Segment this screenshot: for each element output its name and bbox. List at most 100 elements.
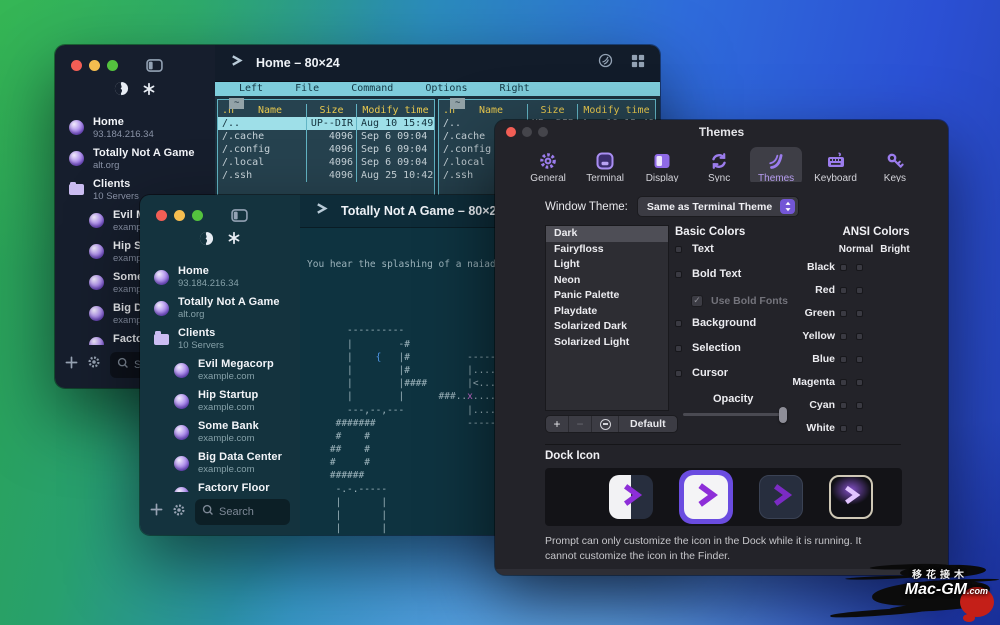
gear-icon[interactable] xyxy=(87,355,101,374)
cursor-color-swatch[interactable] xyxy=(675,369,682,377)
mc-header-row: .n Name Size Modify time xyxy=(218,104,434,117)
sidebar-item-totally-not-a-game[interactable]: Totally Not A Game alt.org xyxy=(55,143,215,174)
theme-list-item-panic-palette[interactable]: Panic Palette xyxy=(546,288,668,304)
bold-text-color-swatch[interactable] xyxy=(675,270,682,278)
sidebar-item-clients[interactable]: Clients 10 Servers xyxy=(140,324,300,355)
ansi-bright-swatch[interactable] xyxy=(856,332,863,340)
window-theme-dropdown[interactable]: Same as Terminal Theme xyxy=(636,196,800,217)
mc-menu-right[interactable]: Right xyxy=(500,83,530,94)
ansi-normal-swatch[interactable] xyxy=(840,424,847,432)
sidebar-item-home[interactable]: Home 93.184.216.34 xyxy=(140,262,300,293)
tab-keyboard[interactable]: Keyboard xyxy=(807,147,864,186)
connection-icons xyxy=(140,228,300,254)
theme-list-item-solarized-dark[interactable]: Solarized Dark xyxy=(546,319,668,335)
mc-file-row[interactable]: /.. UP--DIRAug 10 15:49 xyxy=(218,117,434,130)
ansi-bright-swatch[interactable] xyxy=(856,286,863,294)
ansi-normal-swatch[interactable] xyxy=(840,263,847,271)
close-button[interactable] xyxy=(506,127,516,137)
sidebar-toggle-icon[interactable] xyxy=(231,208,248,222)
tab-terminal[interactable]: Terminal xyxy=(579,147,631,186)
use-bold-fonts-checkbox[interactable]: ✓ xyxy=(691,295,703,307)
mc-name-header-label: Name xyxy=(478,105,504,116)
mc-file-size: 4096 xyxy=(306,156,356,169)
ansi-normal-swatch[interactable] xyxy=(840,286,847,294)
minimize-button[interactable] xyxy=(522,127,532,137)
ansi-normal-swatch[interactable] xyxy=(840,401,847,409)
minimize-button[interactable] xyxy=(89,59,100,71)
tab-keys[interactable]: Keys xyxy=(869,147,921,186)
sidebar-item-some-bank[interactable]: Some Bankexample.com xyxy=(140,417,300,448)
basic-color-row-selection: Selection xyxy=(675,342,741,354)
dock-icon-auto[interactable] xyxy=(609,475,653,519)
sidebar-item-factory-floor[interactable]: Factory Floorexample.com xyxy=(140,479,300,492)
remove-theme-button[interactable]: − xyxy=(569,416,592,432)
mc-menu-options[interactable]: Options xyxy=(425,83,467,94)
minimize-button[interactable] xyxy=(174,209,185,221)
globe-icon xyxy=(199,231,214,251)
selection-color-swatch[interactable] xyxy=(675,344,682,352)
more-options-button[interactable] xyxy=(592,416,619,432)
sidebar-item-text: Clients 10 Servers xyxy=(93,178,139,202)
ansi-bright-swatch[interactable] xyxy=(856,309,863,317)
ansi-normal-swatch[interactable] xyxy=(840,378,847,386)
tab-display[interactable]: Display xyxy=(636,147,688,186)
ansi-colors-header: ANSI Colors xyxy=(842,226,910,238)
sidebar-item-evil-megacorp[interactable]: Evil Megacorpexample.com xyxy=(140,355,300,386)
ansi-bright-swatch[interactable] xyxy=(856,401,863,409)
close-button[interactable] xyxy=(71,59,82,71)
opacity-slider[interactable] xyxy=(683,406,787,423)
ansi-bright-swatch[interactable] xyxy=(856,378,863,386)
tab-sync[interactable]: Sync xyxy=(693,147,745,186)
sidebar-item-totally-not-a-game[interactable]: Totally Not A Game alt.org xyxy=(140,293,300,324)
add-server-icon[interactable] xyxy=(150,503,163,521)
mc-menu-file[interactable]: File xyxy=(295,83,319,94)
mc-menu-command[interactable]: Command xyxy=(351,83,393,94)
mc-file-row[interactable]: /.local 4096Sep 6 09:04 xyxy=(218,156,434,169)
grid-icon[interactable] xyxy=(631,54,645,73)
sidebar-toggle-icon[interactable] xyxy=(146,59,163,72)
theme-list-item-light[interactable]: Light xyxy=(546,257,668,273)
mc-file-row[interactable]: /.cache 4096Sep 6 09:04 xyxy=(218,130,434,143)
theme-list-item-dark[interactable]: Dark xyxy=(546,226,668,242)
dock-icon-keycap[interactable] xyxy=(829,475,873,519)
zoom-button[interactable] xyxy=(192,209,203,221)
theme-list-item-neon[interactable]: Neon xyxy=(546,273,668,289)
theme-list-item-fairyfloss[interactable]: Fairyfloss xyxy=(546,242,668,258)
tab-themes[interactable]: Themes xyxy=(750,147,803,186)
ansi-bright-swatch[interactable] xyxy=(856,263,863,271)
gear-icon[interactable] xyxy=(172,503,186,522)
mc-file-size: 4096 xyxy=(306,169,356,182)
mc-file-name: /.. xyxy=(222,118,241,129)
background-color-swatch[interactable] xyxy=(675,319,682,327)
traffic-lights xyxy=(506,127,548,137)
mc-menu-left[interactable]: Left xyxy=(239,83,263,94)
zoom-button[interactable] xyxy=(107,59,118,71)
zoom-button[interactable] xyxy=(538,127,548,137)
search-input[interactable] xyxy=(219,506,283,518)
tab-general[interactable]: General xyxy=(522,147,574,186)
mc-file-row[interactable]: /.ssh 4096Aug 25 10:42 xyxy=(218,169,434,182)
sidebar-item-home[interactable]: Home 93.184.216.34 xyxy=(55,112,215,143)
mc-file-row[interactable]: /.config 4096Sep 6 09:04 xyxy=(218,143,434,156)
close-button[interactable] xyxy=(156,209,167,221)
sidebar-item-hip-startup[interactable]: Hip Startupexample.com xyxy=(140,386,300,417)
default-theme-button[interactable]: Default xyxy=(619,416,677,432)
ansi-normal-swatch[interactable] xyxy=(840,309,847,317)
add-server-icon[interactable] xyxy=(65,356,78,374)
text-color-swatch[interactable] xyxy=(675,245,682,253)
search-box[interactable] xyxy=(195,499,290,525)
ansi-normal-swatch[interactable] xyxy=(840,355,847,363)
mc-size-column-header: Size xyxy=(527,104,577,117)
clips-icon[interactable] xyxy=(598,53,613,73)
ansi-normal-swatch[interactable] xyxy=(840,332,847,340)
ansi-bright-swatch[interactable] xyxy=(856,355,863,363)
theme-list-item-solarized-light[interactable]: Solarized Light xyxy=(546,335,668,351)
ansi-bright-swatch[interactable] xyxy=(856,424,863,432)
prompt-chevron-icon xyxy=(618,482,644,513)
theme-list-item-playdate[interactable]: Playdate xyxy=(546,304,668,320)
sidebar-item-big-data-center[interactable]: Big Data Centerexample.com xyxy=(140,448,300,479)
dock-icon-dark[interactable] xyxy=(759,475,803,519)
add-theme-button[interactable]: + xyxy=(546,416,569,432)
dock-icon-light-selected[interactable] xyxy=(679,470,733,524)
sidebar-item-text: Totally Not A Game alt.org xyxy=(178,296,280,320)
